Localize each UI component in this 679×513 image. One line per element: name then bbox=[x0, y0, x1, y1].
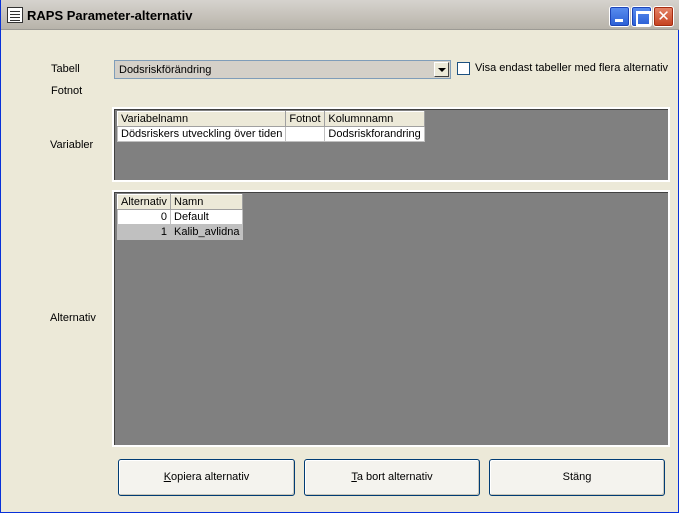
remove-alternative-button[interactable]: Ta bort alternativ bbox=[304, 459, 480, 496]
only-multiple-alternatives-label[interactable]: Visa endast tabeller med flera alternati… bbox=[475, 62, 668, 74]
column-header-kolumnnamn[interactable]: Kolumnnamn bbox=[324, 111, 425, 127]
window-title: RAPS Parameter-alternativ bbox=[27, 8, 193, 23]
maximize-button[interactable] bbox=[631, 6, 652, 27]
only-multiple-alternatives-checkbox[interactable] bbox=[457, 62, 470, 75]
close-icon: ✕ bbox=[657, 7, 670, 25]
cell-variabelnamn[interactable]: Dödsriskers utveckling över tiden bbox=[116, 126, 287, 142]
dialog-window: RAPS Parameter-alternativ ✕ Tabell Dodsr… bbox=[0, 0, 679, 513]
chevron-down-icon[interactable] bbox=[434, 62, 449, 77]
table-row-selected[interactable]: 1 Kalib_avlidna bbox=[117, 224, 244, 240]
column-header-fotnot[interactable]: Fotnot bbox=[285, 111, 326, 127]
copy-alternative-button[interactable]: Kopiera alternativ bbox=[118, 459, 295, 496]
column-header-variabelnamn[interactable]: Variabelnamn bbox=[116, 111, 287, 127]
cell-namn[interactable]: Kalib_avlidna bbox=[169, 224, 244, 240]
variabler-label: Variabler bbox=[50, 139, 94, 151]
table-row[interactable]: 0 Default bbox=[117, 209, 244, 225]
copy-button-mnemonic: K bbox=[163, 471, 172, 483]
close-window-button[interactable]: ✕ bbox=[653, 6, 674, 27]
cell-kolumnnamn[interactable]: Dodsriskforandring bbox=[324, 126, 425, 142]
copy-button-label: opiera alternativ bbox=[171, 471, 250, 483]
close-button[interactable]: Stäng bbox=[489, 459, 665, 496]
tabell-dropdown[interactable]: Dodsriskförändring bbox=[114, 60, 451, 79]
variables-table: Variabelnamn Fotnot Kolumnnamn Dödsriske… bbox=[116, 111, 425, 142]
alternatives-table: Alternativ Namn 0 Default 1 Kalib_avlidn… bbox=[117, 194, 244, 240]
fotnot-label: Fotnot bbox=[51, 85, 83, 97]
dialog-body: Tabell Dodsriskförändring Visa endast ta… bbox=[4, 30, 676, 510]
minimize-button[interactable] bbox=[609, 6, 630, 27]
alternativ-label: Alternativ bbox=[50, 312, 96, 324]
tabell-label: Tabell bbox=[51, 63, 80, 75]
alternatives-grid[interactable]: Alternativ Namn 0 Default 1 Kalib_avlidn… bbox=[112, 190, 670, 447]
remove-button-label: a bort alternativ bbox=[356, 471, 433, 483]
cell-alternativ[interactable]: 1 bbox=[117, 224, 171, 240]
title-bar[interactable]: RAPS Parameter-alternativ ✕ bbox=[1, 0, 679, 30]
variables-grid[interactable]: Variabelnamn Fotnot Kolumnnamn Dödsriske… bbox=[112, 107, 670, 182]
column-header-alternativ[interactable]: Alternativ bbox=[117, 194, 171, 210]
cell-alternativ[interactable]: 0 bbox=[117, 209, 171, 225]
app-icon bbox=[7, 7, 23, 23]
cell-fotnot[interactable] bbox=[285, 126, 326, 142]
cell-namn[interactable]: Default bbox=[169, 209, 244, 225]
tabell-dropdown-value: Dodsriskförändring bbox=[119, 64, 212, 76]
column-header-namn[interactable]: Namn bbox=[169, 194, 244, 210]
table-row[interactable]: Dödsriskers utveckling över tiden Dodsri… bbox=[116, 126, 425, 142]
